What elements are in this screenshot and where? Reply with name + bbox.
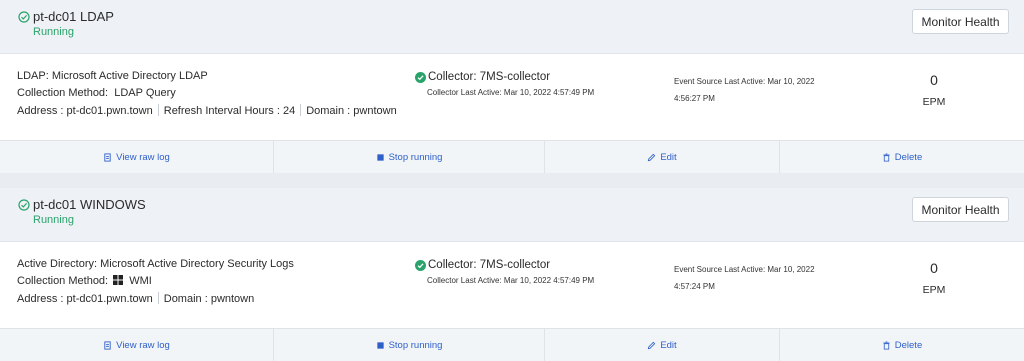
epm-value-text: 0: [930, 260, 938, 276]
epm-value-text: 0: [930, 72, 938, 88]
delete-label: Delete: [894, 151, 923, 163]
delete-button[interactable]: Delete: [780, 329, 1024, 361]
collection-method-label: Collection Method:: [17, 275, 109, 287]
event-source-label: Event Source Last Active: Mar 10, 2022: [674, 265, 815, 274]
connection-details: Address : pt-dc01.pwn.town Domain : pwnto…: [17, 292, 254, 305]
collector-name: Collector: 7MS-collector: [428, 259, 551, 271]
event-source-last-active: Event Source Last Active: Mar 10, 2022 4…: [674, 261, 844, 295]
stop-running-label: Stop running: [388, 151, 443, 163]
edit-label: Edit: [660, 151, 677, 163]
card-title: pt-dc01 WINDOWS: [33, 197, 146, 212]
document-icon: [104, 340, 111, 350]
status-text: Running: [33, 26, 74, 38]
card-header: pt-dc01 LDAP Running Monitor Health: [0, 0, 1024, 54]
collection-method-label: Collection Method:: [17, 87, 109, 99]
collector-info: Collector: 7MS-collector: [415, 259, 550, 271]
epm-label-text: EPM: [922, 284, 946, 296]
stop-icon: [376, 153, 384, 161]
domain-text: Domain : pwntown: [163, 293, 255, 305]
view-raw-log-label: View raw log: [116, 151, 170, 163]
card-body: LDAP: Microsoft Active Directory LDAP Co…: [0, 54, 1024, 140]
collector-last-active: Collector Last Active: Mar 10, 2022 4:57…: [427, 88, 595, 97]
domain-text: Domain : pwntown: [306, 105, 397, 117]
delete-button[interactable]: Delete: [780, 141, 1024, 173]
status-text: Running: [33, 214, 74, 226]
check-circle-icon: [415, 71, 426, 83]
edit-button[interactable]: Edit: [545, 329, 779, 361]
source-type-text: Active Directory: Microsoft Active Direc…: [17, 258, 294, 270]
collection-method: Collection Method: LDAP Query: [17, 87, 176, 99]
connection-details: Address : pt-dc01.pwn.town Refresh Interv…: [17, 104, 397, 117]
separator: [157, 104, 159, 116]
event-source-time: 4:56:27 PM: [674, 94, 715, 103]
stop-icon: [376, 341, 384, 349]
view-raw-log-button[interactable]: View raw log: [0, 141, 273, 173]
collection-method: Collection Method: WMI: [17, 275, 152, 287]
running-status-icon: [17, 198, 30, 211]
event-source-last-active: Event Source Last Active: Mar 10, 2022 4…: [674, 73, 844, 107]
check-circle-icon: [415, 259, 426, 271]
event-source-time: 4:57:24 PM: [674, 282, 715, 291]
monitor-health-button[interactable]: Monitor Health: [912, 197, 1009, 222]
collector-info: Collector: 7MS-collector: [415, 71, 550, 83]
stop-running-button[interactable]: Stop running: [274, 141, 544, 173]
trash-icon: [883, 152, 890, 162]
edit-button[interactable]: Edit: [545, 141, 779, 173]
view-raw-log-button[interactable]: View raw log: [0, 329, 273, 361]
pencil-icon: [648, 341, 656, 349]
card-header: pt-dc01 WINDOWS Running Monitor Health: [0, 188, 1024, 242]
card-body: Active Directory: Microsoft Active Direc…: [0, 242, 1024, 328]
source-type-text: LDAP: Microsoft Active Directory LDAP: [17, 70, 208, 82]
card-actions: View raw log Stop running Edit Delete: [0, 140, 1024, 173]
collection-method-value: LDAP Query: [114, 87, 176, 99]
source-card-ldap: pt-dc01 LDAP Running Monitor Health LDAP…: [0, 0, 1024, 173]
refresh-interval-text: Refresh Interval Hours : 24: [163, 105, 296, 117]
separator: [300, 104, 302, 116]
card-actions: View raw log Stop running Edit Delete: [0, 328, 1024, 361]
edit-label: Edit: [660, 339, 677, 351]
running-status-icon: [17, 10, 30, 23]
epm-label-text: EPM: [922, 96, 946, 108]
address-text: Address : pt-dc01.pwn.town: [17, 105, 153, 117]
collector-name: Collector: 7MS-collector: [428, 71, 551, 83]
event-source-label: Event Source Last Active: Mar 10, 2022: [674, 77, 815, 86]
stop-running-label: Stop running: [388, 339, 443, 351]
card-title: pt-dc01 LDAP: [33, 9, 114, 24]
address-text: Address : pt-dc01.pwn.town: [17, 293, 153, 305]
pencil-icon: [648, 153, 656, 161]
document-icon: [104, 152, 111, 162]
collection-method-value: WMI: [129, 275, 152, 287]
separator: [157, 292, 159, 304]
trash-icon: [883, 340, 890, 350]
stop-running-button[interactable]: Stop running: [274, 329, 544, 361]
collector-last-active: Collector Last Active: Mar 10, 2022 4:57…: [427, 276, 595, 285]
delete-label: Delete: [894, 339, 923, 351]
source-card-windows: pt-dc01 WINDOWS Running Monitor Health A…: [0, 188, 1024, 361]
monitor-health-button[interactable]: Monitor Health: [912, 9, 1009, 34]
view-raw-log-label: View raw log: [116, 339, 170, 351]
windows-icon: [113, 275, 124, 285]
